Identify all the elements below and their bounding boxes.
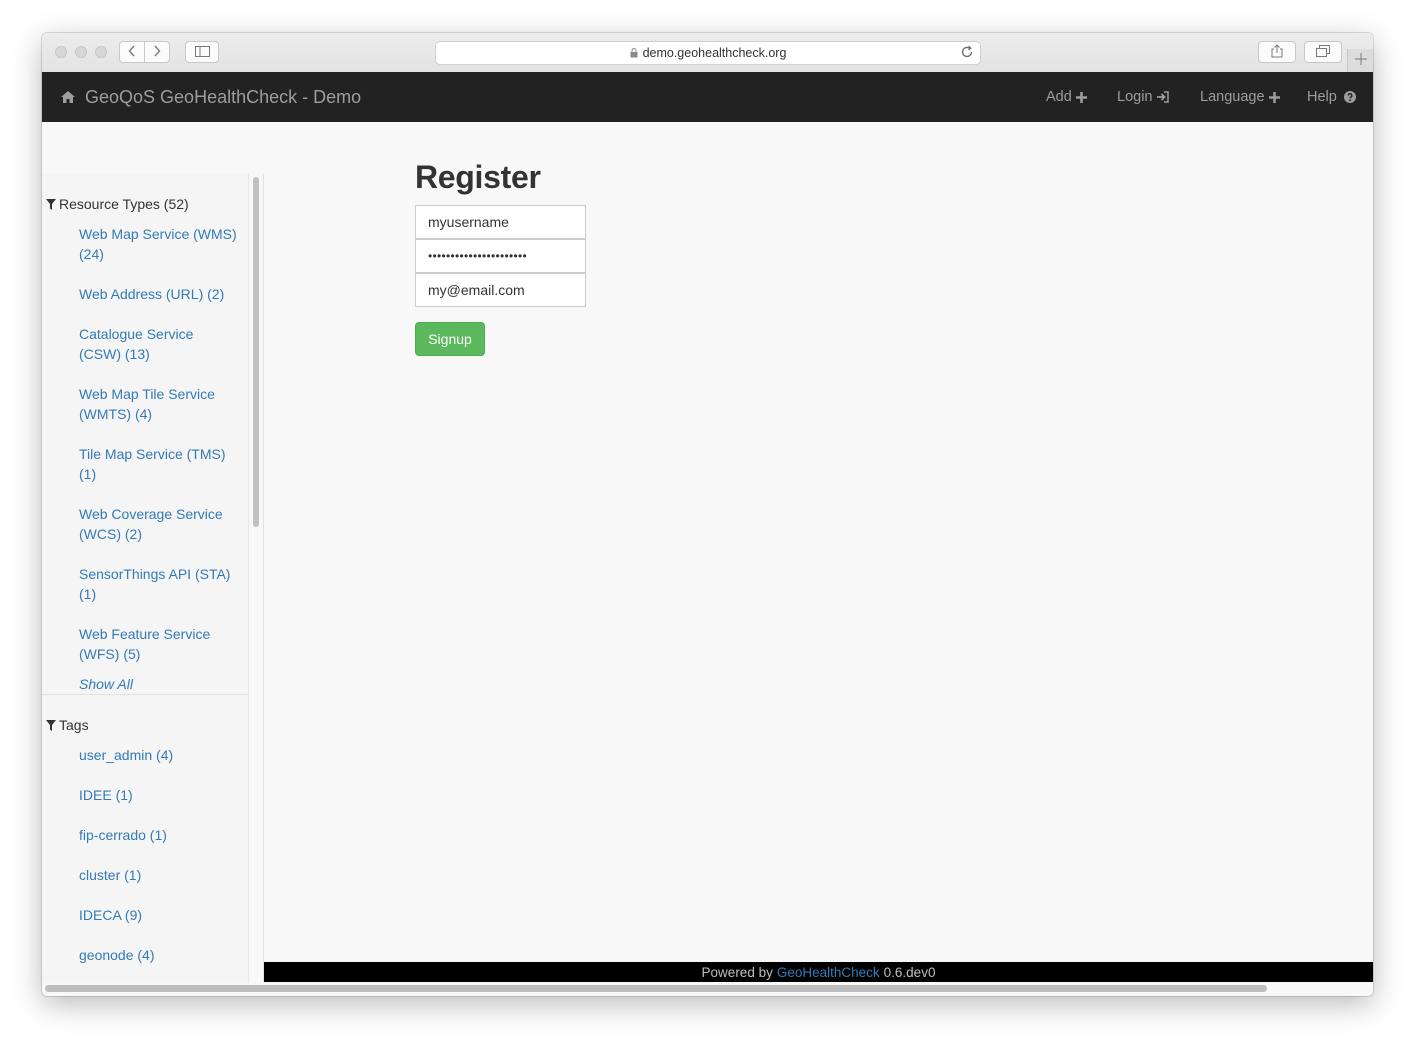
- back-button[interactable]: [119, 41, 145, 63]
- close-window-button[interactable]: [55, 46, 67, 58]
- sidebar-toggle-button[interactable]: [185, 41, 219, 63]
- chevron-right-icon: [153, 45, 161, 60]
- tag-link[interactable]: user_admin (4): [79, 745, 239, 765]
- question-circle-icon: [1343, 91, 1356, 103]
- page-footer: Powered by GeoHealthCheck 0.6.dev0: [264, 962, 1373, 982]
- tag-link[interactable]: geonode (4): [79, 945, 239, 965]
- footer-link[interactable]: GeoHealthCheck: [777, 965, 880, 980]
- email-field[interactable]: [415, 273, 586, 307]
- tag-link[interactable]: cluster (1): [79, 865, 239, 885]
- resource-type-link[interactable]: Web Address (URL) (2): [79, 284, 239, 304]
- username-field[interactable]: [415, 205, 586, 239]
- tags-title: Tags: [59, 717, 89, 733]
- resource-type-link[interactable]: Catalogue Service (CSW) (13): [79, 324, 239, 364]
- nav-help-label: Help: [1307, 89, 1337, 105]
- chevron-left-icon: [128, 45, 136, 60]
- resource-types-heading[interactable]: Resource Types (52): [46, 196, 189, 212]
- brand-link[interactable]: GeoQoS GeoHealthCheck - Demo: [60, 72, 361, 122]
- share-icon: [1271, 43, 1283, 61]
- filter-icon: [46, 719, 56, 731]
- lock-icon: [630, 48, 638, 58]
- tag-link[interactable]: IDECA (9): [79, 905, 239, 925]
- resource-type-link[interactable]: SensorThings API (STA) (1): [79, 564, 239, 604]
- login-icon: [1156, 91, 1170, 103]
- nav-login-label: Login: [1117, 89, 1153, 105]
- tag-link[interactable]: IDEE (1): [79, 785, 239, 805]
- nav-language-label: Language: [1200, 89, 1265, 105]
- sidebar-divider: [42, 694, 248, 695]
- address-bar[interactable]: demo.geohealthcheck.org: [435, 41, 981, 65]
- url-text: demo.geohealthcheck.org: [642, 46, 787, 60]
- resource-type-link[interactable]: Web Map Tile Service (WMTS) (4): [79, 384, 239, 424]
- password-field[interactable]: [415, 239, 586, 273]
- resource-type-link[interactable]: Tile Map Service (TMS) (1): [79, 444, 239, 484]
- nav-language[interactable]: Language: [1200, 72, 1280, 122]
- minimize-window-button[interactable]: [75, 46, 87, 58]
- brand-title: GeoQoS GeoHealthCheck - Demo: [85, 86, 362, 107]
- plus-icon: [1268, 91, 1280, 103]
- sidebar-icon: [194, 45, 210, 60]
- content-divider: [263, 174, 264, 983]
- plus-icon: [1355, 52, 1367, 70]
- show-all-link[interactable]: Show All: [79, 676, 133, 692]
- tag-link[interactable]: fip-cerrado (1): [79, 825, 239, 845]
- zoom-window-button[interactable]: [95, 46, 107, 58]
- browser-window: demo.geohealthcheck.org GeoQoS GeoHealth…: [42, 33, 1373, 996]
- tabs-icon: [1316, 44, 1330, 60]
- nav-help[interactable]: Help: [1307, 72, 1356, 122]
- forward-button[interactable]: [144, 41, 170, 63]
- tags-heading[interactable]: Tags: [46, 717, 89, 733]
- nav-login[interactable]: Login: [1117, 72, 1170, 122]
- top-navbar: GeoQoS GeoHealthCheck - Demo Add Login L…: [42, 72, 1373, 122]
- resource-type-link[interactable]: Web Coverage Service (WCS) (2): [79, 504, 239, 544]
- browser-toolbar: demo.geohealthcheck.org: [42, 33, 1373, 73]
- resource-types-title: Resource Types (52): [59, 196, 189, 212]
- nav-add-label: Add: [1046, 89, 1072, 105]
- filter-sidebar: Resource Types (52) Web Map Service (WMS…: [42, 174, 249, 983]
- nav-add[interactable]: Add: [1046, 72, 1087, 122]
- footer-version: 0.6.dev0: [883, 964, 936, 980]
- page-title: Register: [415, 159, 541, 195]
- resource-type-link[interactable]: Web Feature Service (WFS) (5): [79, 624, 239, 664]
- filter-icon: [46, 198, 56, 210]
- share-button[interactable]: [1258, 41, 1296, 63]
- plus-icon: [1075, 91, 1087, 103]
- home-icon: [60, 90, 76, 104]
- resource-type-link[interactable]: Web Map Service (WMS) (24): [79, 224, 239, 264]
- new-tab-button[interactable]: [1347, 49, 1373, 73]
- tabs-button[interactable]: [1304, 41, 1342, 63]
- horizontal-scrollbar[interactable]: [45, 985, 1267, 992]
- signup-button[interactable]: Signup: [415, 322, 485, 356]
- sidebar-scrollbar[interactable]: [253, 177, 259, 527]
- footer-prefix: Powered by: [701, 964, 773, 980]
- reload-icon[interactable]: [960, 45, 974, 59]
